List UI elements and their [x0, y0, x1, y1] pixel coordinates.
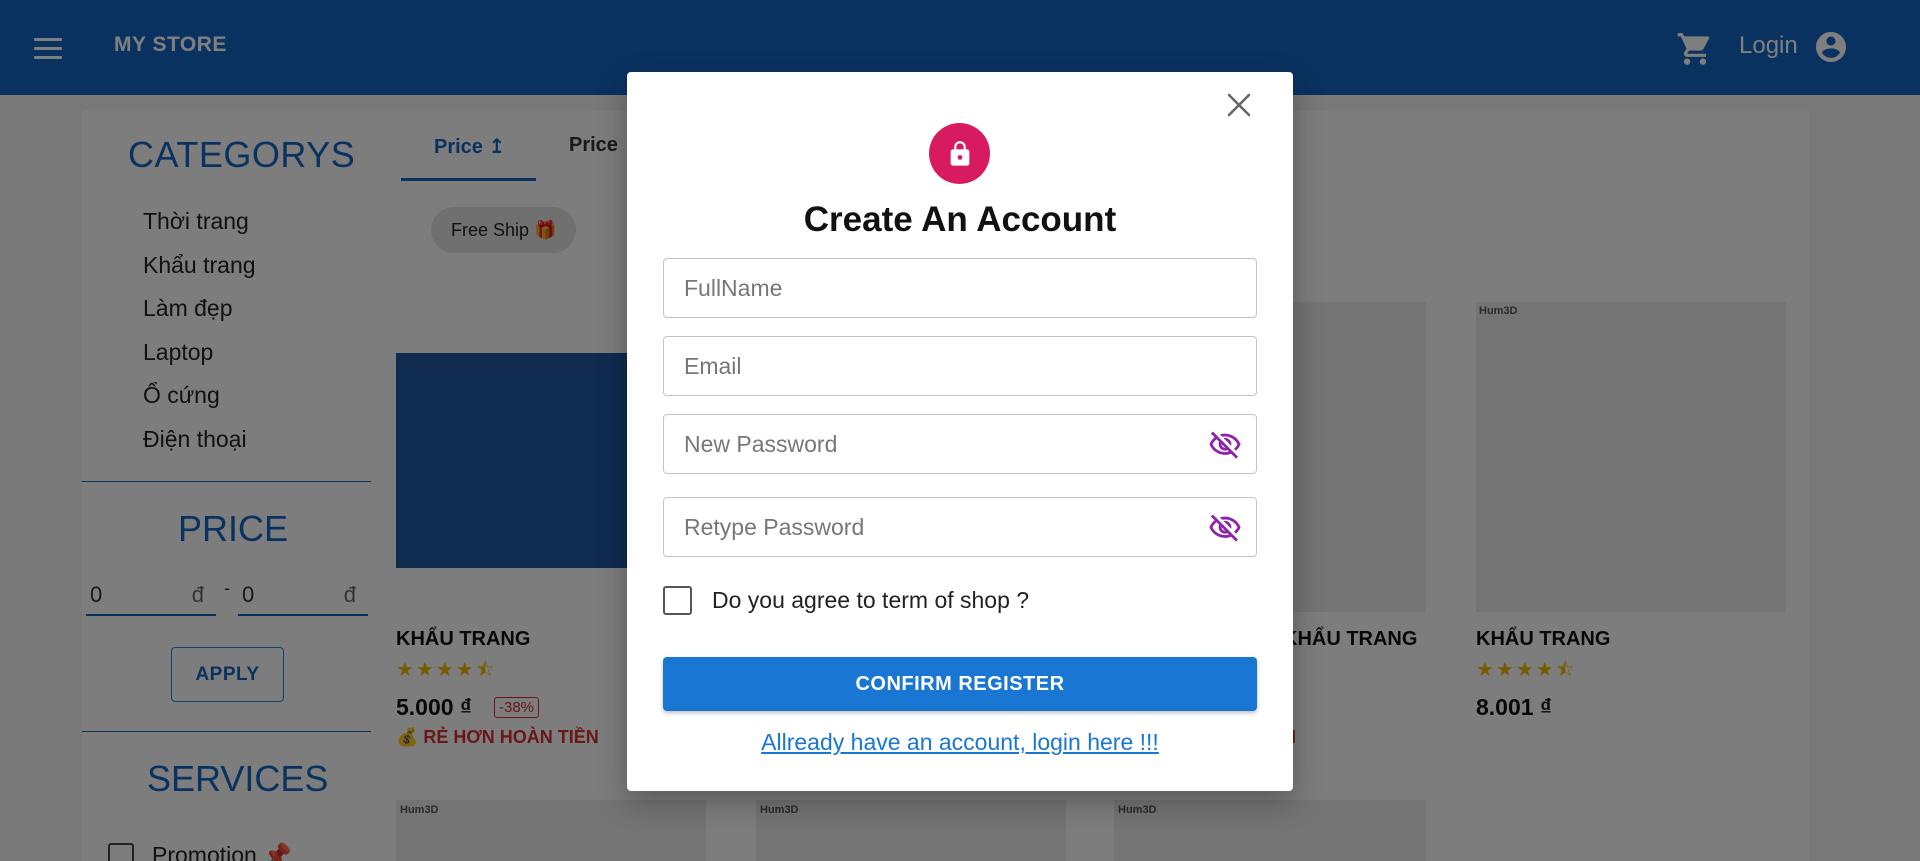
new-password-input[interactable]	[684, 415, 1184, 473]
dialog-title: Create An Account	[803, 200, 1117, 239]
agree-terms[interactable]: Do you agree to term of shop ?	[663, 586, 1029, 615]
confirm-register-button[interactable]: CONFIRM REGISTER	[663, 657, 1257, 711]
close-icon[interactable]	[1226, 92, 1252, 118]
retype-password-field[interactable]	[663, 497, 1257, 557]
new-password-field[interactable]	[663, 414, 1257, 474]
visibility-off-icon[interactable]	[1208, 511, 1242, 545]
agree-checkbox[interactable]	[663, 586, 692, 615]
visibility-off-icon[interactable]	[1208, 428, 1242, 462]
email-field[interactable]	[663, 336, 1257, 396]
lock-icon	[929, 123, 990, 184]
agree-label: Do you agree to term of shop ?	[712, 587, 1030, 613]
login-link[interactable]: Allready have an account, login here !!!	[627, 729, 1293, 756]
fullname-input[interactable]	[684, 259, 1184, 317]
retype-password-input[interactable]	[684, 498, 1184, 556]
fullname-field[interactable]	[663, 258, 1257, 318]
email-input[interactable]	[684, 337, 1184, 395]
